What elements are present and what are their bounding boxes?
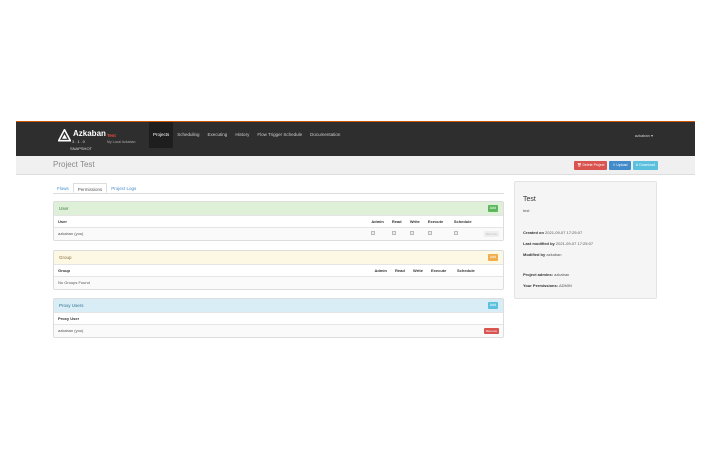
group-permissions-table: Group Admin Read Write Execute Schedule …	[54, 264, 503, 289]
proxy-users-panel: Proxy Users Add Proxy User azkaban (you)…	[53, 298, 504, 338]
page-title: Project Test	[53, 160, 95, 169]
table-header-row: Group Admin Read Write Execute Schedule	[54, 264, 503, 277]
column-header: Admin	[367, 215, 388, 228]
column-header: Read	[391, 264, 409, 277]
add-group-button[interactable]: Add	[487, 254, 498, 261]
column-header: Schedule	[449, 215, 480, 228]
write-checkbox[interactable]	[409, 231, 414, 236]
action-cell: Remove	[479, 227, 503, 240]
column-header-actions	[479, 215, 503, 228]
group-panel-title: Group	[59, 255, 72, 260]
table-header-row: User Admin Read Write Execute Schedule	[54, 215, 503, 228]
user-panel-header: User Add	[54, 202, 503, 215]
project-header: Project Test 🗑︎ Delete Project ⇪ Upload …	[16, 156, 695, 175]
read-checkbox[interactable]	[391, 231, 396, 236]
project-name: Test	[523, 196, 536, 203]
add-proxy-user-button[interactable]: Add	[487, 302, 498, 309]
upload-icon: ⇪	[612, 163, 616, 167]
empty-groups-message: No Groups Found	[54, 276, 503, 289]
proxy-panel-header: Proxy Users Add	[54, 299, 503, 312]
project-actions: 🗑︎ Delete Project ⇪ Upload ⬇︎ Download	[574, 161, 658, 170]
created-on: Created on 2021-09-07 17:25:07	[523, 230, 583, 235]
group-permissions-panel: Group Add Group Admin Read Write Execute…	[53, 250, 504, 290]
modified-by: Modified by azkaban	[523, 252, 562, 257]
admin-checkbox[interactable]	[371, 231, 376, 236]
column-header: Write	[405, 215, 424, 228]
user-name: azkaban	[634, 133, 650, 138]
project-admins: Project admins: azkaban	[523, 272, 570, 277]
column-header: Write	[409, 264, 427, 277]
nav-flow-trigger-schedule[interactable]: Flow Trigger Schedule	[253, 122, 306, 148]
proxy-users-table: Proxy User azkaban (you) Remove	[54, 312, 503, 337]
table-header-row: Proxy User	[54, 312, 503, 325]
group-panel-header: Group Add	[54, 251, 503, 264]
user-permissions-table: User Admin Read Write Execute Schedule a…	[54, 215, 503, 240]
execute-cell	[423, 227, 450, 240]
schedule-cell	[449, 227, 480, 240]
remove-proxy-user-button[interactable]: Remove	[483, 327, 499, 334]
upload-button[interactable]: ⇪ Upload	[609, 161, 631, 170]
user-menu[interactable]: azkaban ▾	[635, 133, 653, 138]
nav-history[interactable]: History	[231, 122, 253, 148]
column-header-actions	[483, 264, 503, 277]
column-header: Read	[387, 215, 406, 228]
remove-user-button[interactable]: Remove	[483, 230, 499, 237]
environment-description: My Local Azkaban	[107, 140, 136, 144]
environment-name: Test	[107, 133, 116, 138]
project-tabs: Flows Permissions Project Logs	[53, 183, 504, 194]
download-icon: ⬇︎	[635, 163, 639, 167]
proxy-user-name-cell: azkaban (you)	[54, 324, 480, 337]
schedule-checkbox[interactable]	[453, 231, 458, 236]
write-cell	[405, 227, 424, 240]
trash-icon: 🗑︎	[577, 163, 582, 167]
execute-checkbox[interactable]	[427, 231, 432, 236]
column-header: Execute	[423, 215, 450, 228]
action-cell: Remove	[479, 324, 503, 337]
column-header: Group	[54, 264, 371, 277]
nav-projects[interactable]: Projects	[149, 122, 174, 148]
delete-project-button[interactable]: 🗑︎ Delete Project	[574, 161, 608, 170]
admin-cell	[367, 227, 388, 240]
top-navbar: Azkaban 3.1.0 SNAPSHOT Test My Local Azk…	[16, 121, 695, 156]
app-version: 3.1.0	[72, 139, 86, 144]
column-header: Execute	[427, 264, 453, 277]
column-header-actions	[479, 312, 503, 325]
tab-permissions[interactable]: Permissions	[72, 183, 108, 193]
tab-project-logs[interactable]: Project Logs	[107, 183, 140, 193]
app-build: SNAPSHOT	[70, 146, 93, 151]
app-name: Azkaban	[73, 129, 106, 138]
caret-down-icon: ▾	[650, 133, 653, 138]
azkaban-window: Azkaban 3.1.0 SNAPSHOT Test My Local Azk…	[16, 121, 695, 341]
read-cell	[387, 227, 406, 240]
your-permissions: Your Permissions: ADMIN	[523, 283, 572, 288]
tab-flows[interactable]: Flows	[53, 183, 73, 193]
azkaban-logo-icon	[58, 129, 71, 142]
table-row: azkaban (you) Remove	[54, 227, 503, 240]
column-header: Schedule	[453, 264, 483, 277]
download-button[interactable]: ⬇︎ Download	[632, 161, 658, 170]
table-row: azkaban (you) Remove	[54, 324, 503, 337]
nav-executing[interactable]: Executing	[204, 122, 232, 148]
user-panel-title: User	[59, 206, 69, 211]
project-description: test	[523, 208, 530, 213]
last-modified: Last modified by 2021-09-07 17:25:07	[523, 241, 594, 246]
main-nav: Projects Scheduling Executing History Fl…	[149, 122, 344, 148]
column-header: Proxy User	[54, 312, 480, 325]
table-row: No Groups Found	[54, 276, 503, 289]
nav-scheduling[interactable]: Scheduling	[173, 122, 203, 148]
nav-documentation[interactable]: Documentation	[306, 122, 344, 148]
add-user-button[interactable]: Add	[487, 205, 498, 212]
user-name-cell: azkaban (you)	[54, 227, 368, 240]
proxy-panel-title: Proxy Users	[59, 303, 84, 308]
column-header: User	[54, 215, 368, 228]
project-info-sidebar: Test test Created on 2021-09-07 17:25:07…	[514, 181, 657, 299]
column-header: Admin	[370, 264, 391, 277]
user-permissions-panel: User Add User Admin Read Write Execute S…	[53, 201, 504, 241]
